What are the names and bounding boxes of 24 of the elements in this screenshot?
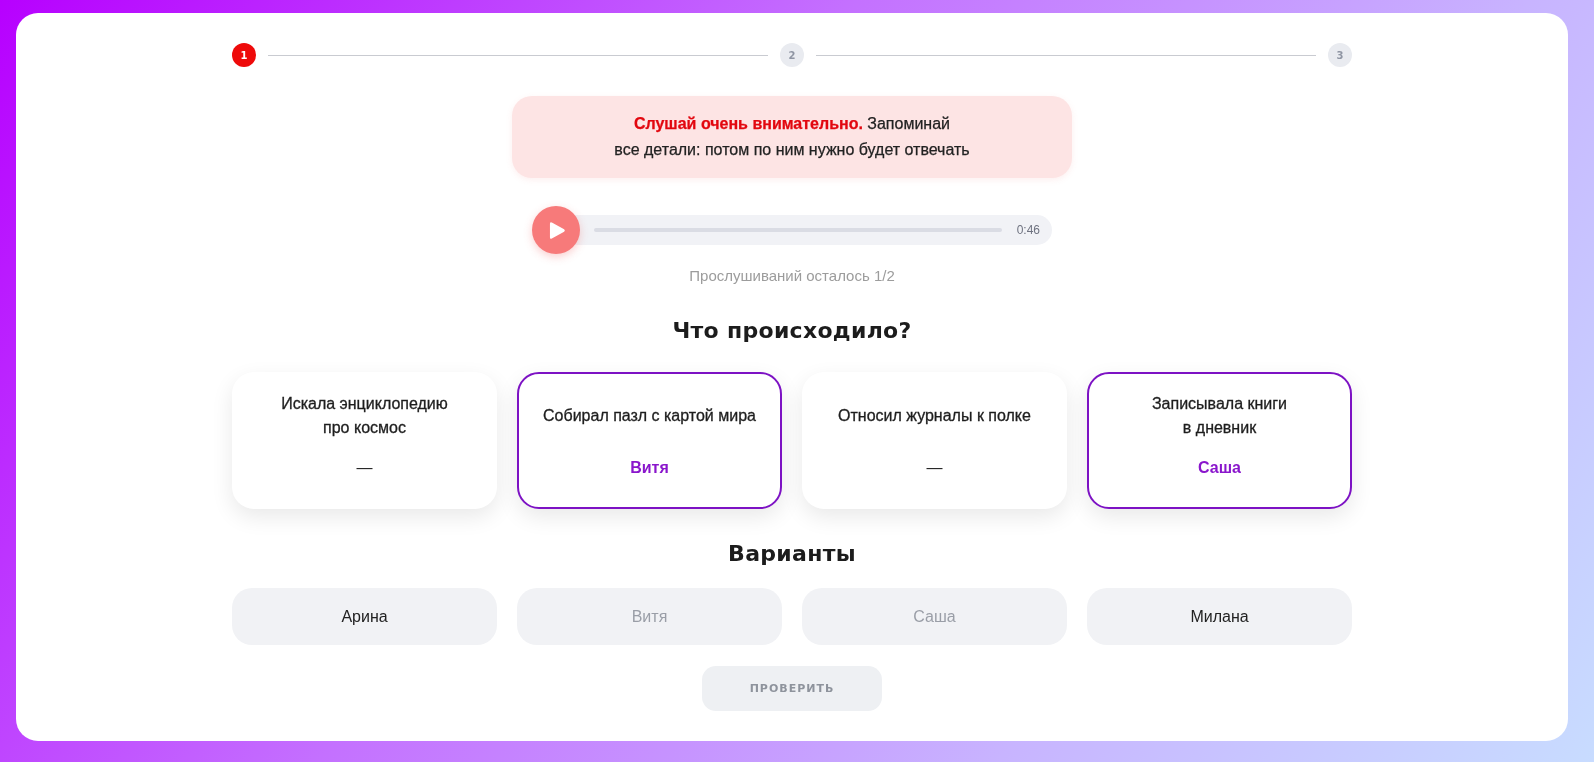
name-option[interactable]: Арина [232, 588, 497, 645]
step-indicator: 1 [232, 43, 256, 67]
instruction-notice: Слушай очень внимательно. Запоминай все детали: потом по ним нужно будет отвечать [512, 96, 1072, 178]
answer-text: Саша [1197, 458, 1242, 478]
statement-text: Относил журналы к полке [837, 406, 1032, 426]
statement-text: Записывала книги в дневник [1150, 394, 1289, 438]
options-heading: Варианты [728, 540, 856, 568]
step-indicator: 3 [1328, 43, 1352, 67]
answer-text: — [925, 458, 944, 478]
answer-text: — [355, 458, 374, 478]
play-icon [549, 220, 566, 240]
question-heading: Что происходило? [672, 317, 912, 345]
audio-duration: 0:46 [1016, 223, 1040, 237]
play-button[interactable] [532, 206, 580, 254]
statement-card[interactable]: Собирал пазл с картой мира Витя [517, 372, 782, 509]
name-option[interactable]: Милана [1087, 588, 1352, 645]
statement-card[interactable]: Искала энциклопедию про космос — [232, 372, 497, 509]
statement-text: Собирал пазл с картой мира [542, 406, 757, 426]
statement-card[interactable]: Записывала книги в дневник Саша [1087, 372, 1352, 509]
step-indicator: 2 [780, 43, 804, 67]
statement-text: Искала энциклопедию про космос [280, 394, 449, 438]
listens-remaining-text: Прослушиваний осталось 1/2 [689, 266, 895, 286]
answer-text: Витя [629, 458, 670, 478]
statement-card[interactable]: Относил журналы к полке — [802, 372, 1067, 509]
